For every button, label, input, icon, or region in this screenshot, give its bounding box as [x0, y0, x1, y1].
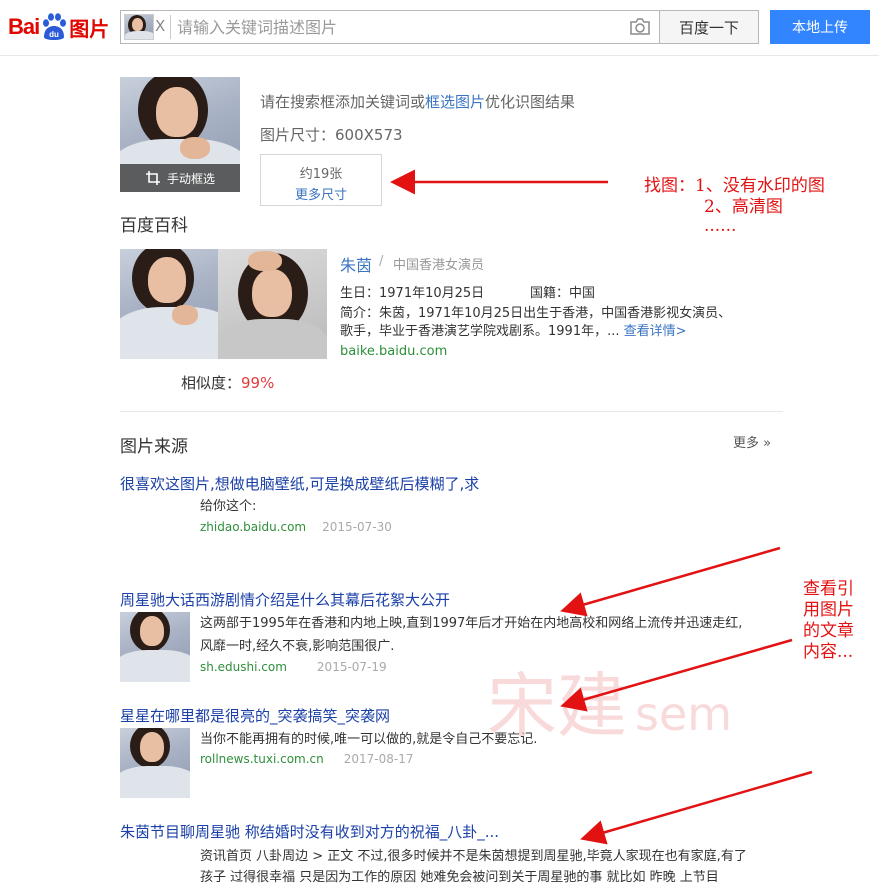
source-title-2[interactable]: 周星驰大话西游剧情介绍是什么其幕后花絮大公开 — [120, 589, 450, 610]
logo-bai-text: Bai — [8, 14, 40, 39]
source-site-2[interactable]: sh.edushi.com — [200, 660, 287, 674]
baidu-image-logo[interactable]: Bai du 图片 — [8, 10, 109, 44]
more-sizes-box[interactable]: 约19张 更多尺寸 — [260, 154, 382, 206]
logo-du-text: du — [49, 30, 59, 39]
source-meta-3: rollnews.tuxi.com.cn 2017-08-17 — [200, 752, 414, 766]
arrow-to-source-4 — [580, 770, 813, 845]
baike-separator: / — [379, 254, 384, 269]
sources-more-link[interactable]: 更多 » — [733, 432, 771, 451]
baike-nationality: 国籍：中国 — [530, 286, 596, 301]
watermark-text: 宋建 — [487, 665, 627, 747]
query-image-thumbnail[interactable] — [124, 14, 154, 40]
source-snippet-2-line-1: 这两部于1995年在香港和内地上映,直到1997年后才开始在内地高校和网络上流传… — [200, 616, 743, 631]
baike-image-match[interactable] — [120, 249, 230, 359]
baike-intro-line-2: 歌手，毕业于香港演艺学院戏剧系。1991年，... 查看详情> — [340, 324, 687, 339]
baike-section-title: 百度百科 — [120, 216, 188, 236]
annotation-find-image-line-3: ...... — [704, 216, 737, 236]
similarity-value: 99% — [241, 374, 275, 392]
source-thumbnail-3[interactable] — [120, 728, 190, 798]
arrow-to-source-2 — [560, 546, 781, 617]
search-divider — [170, 15, 171, 39]
crop-image-link[interactable]: 框选图片 — [425, 93, 485, 111]
source-snippet-4-line-1: 资讯首页 八卦周边 > 正文 不过,很多时候并不是朱茵想提到周星驰,毕竟人家现在… — [200, 849, 747, 864]
annotation-find-image-line-1: 找图：1、没有水印的图 — [644, 176, 825, 196]
source-thumbnail-2[interactable] — [120, 612, 190, 682]
more-sizes-link[interactable]: 更多尺寸 — [261, 184, 381, 203]
keyword-hint: 请在搜索框添加关键词或框选图片优化识图结果 — [260, 93, 576, 111]
annotation-reference-line-3: 的文章 — [803, 621, 854, 641]
baike-url[interactable]: baike.baidu.com — [340, 344, 447, 359]
source-snippet-2-line-2: 风靡一时,经久不衰,影响范围很广. — [200, 639, 395, 654]
baike-more-details-link[interactable]: 查看详情> — [624, 324, 687, 339]
search-button[interactable]: 百度一下 — [659, 10, 759, 44]
source-meta-2: sh.edushi.com 2015-07-19 — [200, 660, 387, 674]
remove-image-button[interactable]: X — [155, 17, 165, 35]
baike-birthday: 生日：1971年10月25日 — [340, 286, 485, 301]
source-snippet-4-line-2: 孩子 过得很幸福 只是因为工作的原因 她难免会被问到关于周星驰的事 就比如 昨晚… — [200, 870, 719, 883]
baike-intro-line-1: 简介：朱茵，1971年10月25日出生于香港，中国香港影视女演员、 — [340, 306, 732, 321]
baike-role: 中国香港女演员 — [393, 258, 485, 273]
source-date-1: 2015-07-30 — [322, 520, 392, 534]
annotation-reference-line-2: 用图片 — [803, 600, 854, 620]
baike-portrait-image[interactable] — [218, 249, 327, 359]
source-site-3[interactable]: rollnews.tuxi.com.cn — [200, 752, 324, 766]
source-meta-1: zhidao.baidu.com 2015-07-30 — [200, 520, 392, 534]
manual-crop-label: 手动框选 — [166, 171, 215, 186]
camera-icon[interactable] — [629, 17, 651, 37]
query-image[interactable]: 手动框选 — [120, 77, 240, 192]
crop-icon — [145, 171, 160, 185]
similarity-score: 相似度：99% — [181, 374, 275, 392]
source-date-3: 2017-08-17 — [343, 752, 414, 766]
logo-tupian-text: 图片 — [69, 16, 110, 41]
annotation-reference-line-4: 内容... — [803, 642, 854, 662]
source-date-2: 2015-07-19 — [316, 660, 387, 674]
source-title-3[interactable]: 星星在哪里都是很亮的_突袭搞笑_突袭网 — [120, 705, 390, 726]
sources-section-title: 图片来源 — [120, 437, 188, 457]
header-bar: Bai du 图片 X 请输入关键词描述图片 百度一下 本地上传 — [0, 0, 879, 56]
source-title-4[interactable]: 朱茵节目聊周星驰 称结婚时没有收到对方的祝福_八卦_... — [120, 821, 499, 842]
annotation-reference-line-1: 查看引 — [803, 579, 854, 599]
image-size-text: 图片尺寸：600X573 — [260, 126, 403, 144]
watermark: 宋建 sem — [487, 650, 732, 751]
manual-crop-button[interactable]: 手动框选 — [120, 164, 240, 192]
source-site-1[interactable]: zhidao.baidu.com — [200, 520, 306, 534]
section-divider — [120, 411, 783, 412]
search-input[interactable] — [177, 15, 617, 39]
source-snippet-1: 给你这个: — [200, 499, 257, 514]
source-title-1[interactable]: 很喜欢这图片,想做电脑壁纸,可是换成壁纸后模糊了,求 — [120, 473, 479, 494]
paw-logo-icon: du — [40, 12, 68, 42]
baike-person-name-link[interactable]: 朱茵 — [340, 252, 372, 276]
local-upload-button[interactable]: 本地上传 — [770, 10, 870, 44]
search-box: X — [120, 10, 660, 44]
watermark-sem: sem — [635, 687, 733, 741]
size-count: 约19张 — [299, 167, 343, 182]
